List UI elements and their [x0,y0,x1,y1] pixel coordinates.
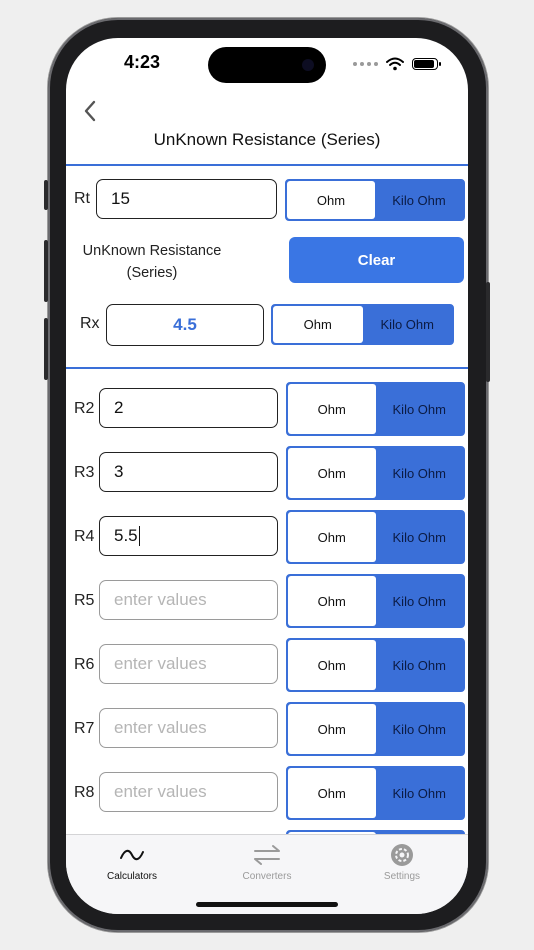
rx-unit-kilo-ohm[interactable]: Kilo Ohm [362,306,452,343]
r8-unit-selector[interactable]: Ohm Kilo Ohm [286,766,465,820]
text-cursor [138,526,141,546]
tab-converters-label: Converters [242,871,292,882]
status-time: 4:23 [123,52,161,72]
volume-down-button [44,318,48,380]
rx-unit-selector[interactable]: Ohm Kilo Ohm [271,304,454,345]
r6-unit-kilo-ohm[interactable]: Kilo Ohm [375,640,463,690]
r3-label: R3 [74,464,95,481]
rt-unit-kilo-ohm[interactable]: Kilo Ohm [375,181,463,219]
r7-input[interactable]: enter values [99,708,278,748]
battery-icon [412,58,441,70]
dynamic-island [208,47,326,83]
r4-input[interactable]: 5.5 [99,516,278,556]
camera-icon [302,59,314,71]
mute-switch [44,180,48,210]
rt-label: Rt [74,190,90,207]
r8-input[interactable]: enter values [99,772,278,812]
r4-unit-ohm[interactable]: Ohm [288,512,376,562]
app-screen: 4:23 UnKnown Resistance (Series) Rt 15 O… [66,38,468,914]
r2-label: R2 [74,400,95,417]
r6-unit-ohm[interactable]: Ohm [288,640,376,690]
tab-settings-label: Settings [383,871,421,882]
wifi-icon [386,57,404,71]
gear-icon [391,844,413,866]
r2-unit-kilo-ohm[interactable]: Kilo Ohm [375,384,463,434]
r8-unit-ohm[interactable]: Ohm [288,768,376,818]
r7-unit-kilo-ohm[interactable]: Kilo Ohm [375,704,463,754]
unknown-label-line1: UnKnown Resistance [82,243,222,259]
r2-unit-ohm[interactable]: Ohm [288,384,376,434]
r5-unit-ohm[interactable]: Ohm [288,576,376,626]
power-button [486,282,490,382]
r4-input-value: 5.5 [114,526,138,545]
unknown-resistance-label: UnKnown Resistance (Series) [74,240,230,284]
r6-label: R6 [74,656,95,673]
rx-label: Rx [80,315,100,332]
r2-unit-selector[interactable]: Ohm Kilo Ohm [286,382,465,436]
signal-dots-icon [353,62,378,66]
tilde-icon [120,849,144,861]
tab-calculators[interactable]: Calculators [82,841,182,882]
r3-unit-kilo-ohm[interactable]: Kilo Ohm [375,448,463,498]
r5-input[interactable]: enter values [99,580,278,620]
r3-unit-ohm[interactable]: Ohm [288,448,376,498]
r6-input[interactable]: enter values [99,644,278,684]
r8-unit-kilo-ohm[interactable]: Kilo Ohm [375,768,463,818]
r5-unit-selector[interactable]: Ohm Kilo Ohm [286,574,465,628]
r7-unit-selector[interactable]: Ohm Kilo Ohm [286,702,465,756]
page-title: UnKnown Resistance (Series) [153,130,381,149]
r7-unit-ohm[interactable]: Ohm [288,704,376,754]
rt-input[interactable]: 15 [96,179,277,219]
rx-result: 4.5 [106,304,264,346]
rt-unit-ohm[interactable]: Ohm [287,181,375,219]
rx-unit-ohm[interactable]: Ohm [273,306,363,343]
tab-converters[interactable]: Converters [217,841,317,882]
home-indicator [196,902,338,907]
r8-label: R8 [74,784,95,801]
volume-up-button [44,240,48,302]
r3-unit-selector[interactable]: Ohm Kilo Ohm [286,446,465,500]
r4-unit-kilo-ohm[interactable]: Kilo Ohm [375,512,463,562]
r7-label: R7 [74,720,95,737]
chevron-left-icon [84,100,96,122]
rt-unit-selector[interactable]: Ohm Kilo Ohm [285,179,465,221]
r5-label: R5 [74,592,95,609]
divider-middle [66,367,468,369]
clear-button[interactable]: Clear [289,237,464,283]
converters-arrows-icon [254,845,280,865]
unknown-label-line2: (Series) [126,265,178,281]
divider-top [66,164,468,166]
r5-unit-kilo-ohm[interactable]: Kilo Ohm [375,576,463,626]
r3-input[interactable]: 3 [99,452,278,492]
tab-bar: Calculators Converters Settings [66,834,468,914]
status-icons [353,54,441,74]
tab-settings[interactable]: Settings [352,841,452,882]
back-button[interactable] [74,96,106,126]
r4-unit-selector[interactable]: Ohm Kilo Ohm [286,510,465,564]
r4-label: R4 [74,528,95,545]
r2-input[interactable]: 2 [99,388,278,428]
tab-calculators-label: Calculators [106,871,158,882]
r6-unit-selector[interactable]: Ohm Kilo Ohm [286,638,465,692]
